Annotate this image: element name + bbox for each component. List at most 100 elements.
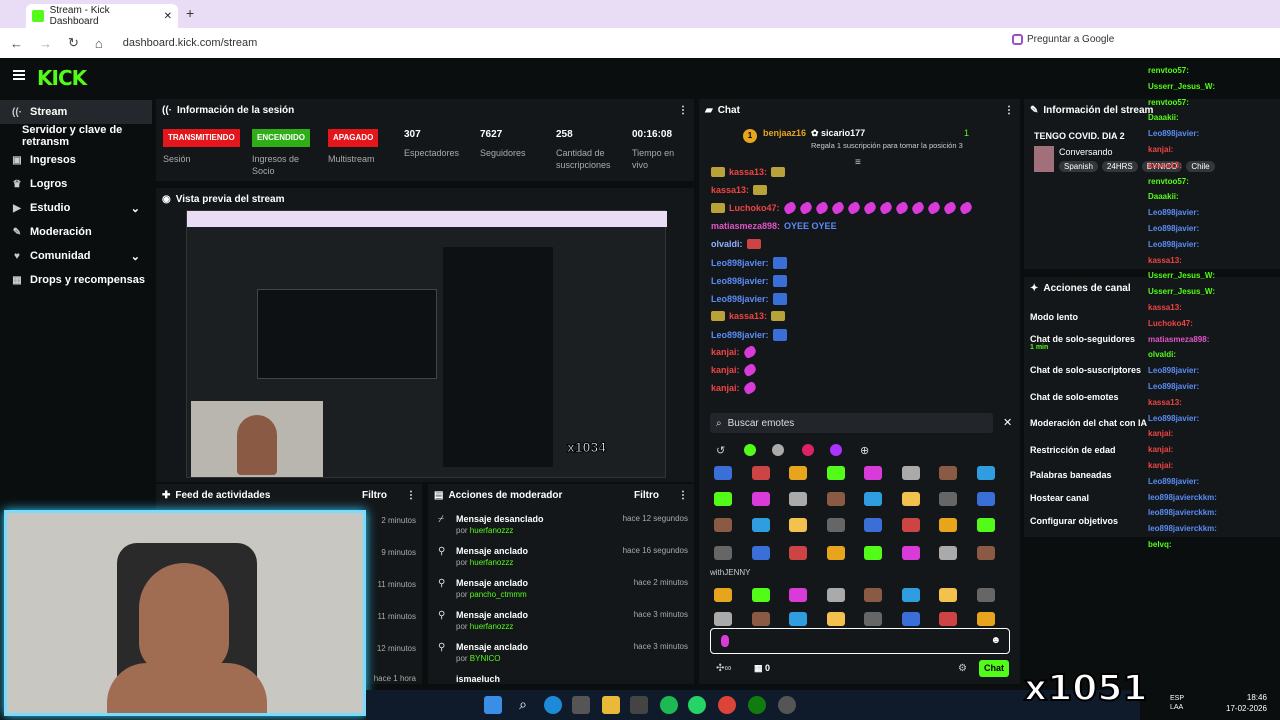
action-followers-only[interactable]: Chat de solo-seguidores bbox=[1030, 334, 1135, 344]
pinned-target[interactable]: ✿ sicario177 bbox=[811, 128, 865, 139]
chat-username[interactable]: Luchoko47: bbox=[729, 203, 780, 213]
sidebar-item-estudio[interactable]: ▶ Estudio ⌄ bbox=[0, 196, 152, 220]
chat-username[interactable]: matiasmeza898: bbox=[711, 221, 780, 231]
emote[interactable] bbox=[789, 588, 807, 602]
chat-input[interactable]: ☻ bbox=[710, 628, 1010, 654]
emote[interactable] bbox=[901, 466, 920, 480]
more-icon[interactable]: ⋮ bbox=[678, 105, 688, 116]
chat-settings-left-icon[interactable]: ✣∞ bbox=[716, 663, 732, 674]
action-host-channel[interactable]: Hostear canal bbox=[1030, 493, 1089, 503]
store-icon[interactable] bbox=[572, 696, 590, 714]
tag[interactable]: Spanish bbox=[1059, 161, 1098, 172]
moderator-name[interactable]: huerfanozzz bbox=[470, 558, 514, 567]
more-icon[interactable]: ⋮ bbox=[406, 490, 416, 501]
emote[interactable] bbox=[826, 492, 845, 506]
filter-button[interactable]: Filtro bbox=[362, 490, 387, 501]
windows-start-icon[interactable] bbox=[484, 696, 502, 714]
chat-username[interactable]: kanjai: bbox=[711, 383, 740, 393]
kick-logo[interactable]: KICK bbox=[37, 66, 87, 90]
back-icon[interactable]: ← bbox=[10, 36, 23, 51]
emote[interactable] bbox=[789, 466, 807, 480]
action-ai-moderation[interactable]: Moderación del chat con IA bbox=[1030, 418, 1147, 428]
emote[interactable] bbox=[826, 466, 845, 480]
xbox-icon[interactable] bbox=[748, 696, 766, 714]
kick-emotes-icon[interactable] bbox=[744, 444, 756, 456]
sidebar-item-drops[interactable]: ▦ Drops y recompensas bbox=[0, 268, 152, 292]
emote[interactable] bbox=[976, 518, 995, 532]
chat-username[interactable]: kanjai: bbox=[711, 365, 740, 375]
emote[interactable] bbox=[751, 588, 770, 602]
chat-username[interactable]: Leo898javier: bbox=[711, 330, 769, 340]
collapse-pinned-icon[interactable]: ≡ bbox=[855, 157, 861, 168]
emote[interactable] bbox=[751, 492, 770, 506]
emote[interactable] bbox=[789, 612, 807, 626]
emote[interactable] bbox=[714, 588, 732, 602]
browser-tab[interactable]: Stream - Kick Dashboard ✕ bbox=[26, 4, 178, 28]
chat-username[interactable]: olvaldi: bbox=[711, 239, 743, 249]
emote[interactable] bbox=[901, 612, 920, 626]
emote[interactable] bbox=[751, 546, 770, 560]
google-ask-button[interactable]: Preguntar a Google bbox=[1012, 34, 1114, 45]
chat-username[interactable]: kanjai: bbox=[711, 347, 740, 357]
user-emotes-icon[interactable] bbox=[802, 444, 814, 456]
emote[interactable] bbox=[901, 546, 920, 560]
whatsapp-icon[interactable] bbox=[688, 696, 706, 714]
sidebar-item-server-key[interactable]: Servidor y clave de retransm bbox=[0, 124, 152, 148]
emote[interactable] bbox=[864, 492, 882, 506]
url-field[interactable]: dashboard.kick.com/stream bbox=[123, 37, 258, 49]
emote[interactable] bbox=[939, 612, 957, 626]
emote[interactable] bbox=[864, 518, 882, 532]
stream-preview-video[interactable]: x1034 bbox=[186, 210, 667, 478]
action-slow-mode[interactable]: Modo lento bbox=[1030, 312, 1078, 322]
emote[interactable] bbox=[976, 612, 995, 626]
filter-button[interactable]: Filtro bbox=[634, 490, 659, 501]
emoji-icon[interactable]: ☻ bbox=[990, 635, 1001, 646]
home-icon[interactable]: ⌂ bbox=[95, 36, 103, 51]
channel-emotes-icon[interactable] bbox=[772, 444, 784, 456]
forward-icon[interactable]: → bbox=[39, 36, 52, 51]
category-thumbnail[interactable] bbox=[1034, 146, 1054, 172]
emote[interactable] bbox=[901, 588, 920, 602]
emote[interactable] bbox=[714, 466, 732, 480]
new-tab-icon[interactable]: + bbox=[186, 5, 194, 21]
emote[interactable] bbox=[939, 546, 957, 560]
search-icon[interactable]: ⌕ bbox=[514, 696, 532, 714]
action-banned-words[interactable]: Palabras baneadas bbox=[1030, 470, 1112, 480]
moderator-name[interactable]: huerfanozzz bbox=[470, 622, 514, 631]
sidebar-item-moderacion[interactable]: ✎ Moderación bbox=[0, 220, 152, 244]
emote[interactable] bbox=[976, 546, 995, 560]
emote[interactable] bbox=[939, 492, 957, 506]
emote[interactable] bbox=[751, 466, 770, 480]
emote[interactable] bbox=[751, 518, 770, 532]
more-icon[interactable]: ⋮ bbox=[678, 490, 688, 501]
action-age-restriction[interactable]: Restricción de edad bbox=[1030, 445, 1116, 455]
emote[interactable] bbox=[939, 518, 957, 532]
sub-emotes-icon[interactable] bbox=[830, 444, 842, 456]
emote[interactable] bbox=[826, 546, 845, 560]
emote-search-input[interactable]: ⌕ Buscar emotes bbox=[710, 413, 993, 433]
moderator-name[interactable]: BYNICO bbox=[470, 654, 501, 663]
emote[interactable] bbox=[976, 492, 995, 506]
emote[interactable] bbox=[864, 546, 882, 560]
emote[interactable] bbox=[826, 518, 845, 532]
moderator-name[interactable]: huerfanozzz bbox=[470, 526, 514, 535]
pinned-user[interactable]: benjaaz16 bbox=[763, 128, 806, 138]
edge-icon[interactable] bbox=[544, 696, 562, 714]
more-icon[interactable]: ⋮ bbox=[1004, 105, 1014, 116]
app-icon[interactable] bbox=[630, 696, 648, 714]
chat-username[interactable]: kassa13: bbox=[729, 311, 767, 321]
global-emotes-icon[interactable]: ⊕ bbox=[860, 444, 869, 457]
folder-icon[interactable] bbox=[602, 696, 620, 714]
action-subs-only[interactable]: Chat de solo-suscriptores bbox=[1030, 365, 1141, 375]
chrome-icon[interactable] bbox=[718, 696, 736, 714]
reload-icon[interactable]: ↻ bbox=[68, 35, 79, 51]
emote[interactable] bbox=[714, 612, 732, 626]
emote[interactable] bbox=[939, 588, 957, 602]
chat-username[interactable]: Leo898javier: bbox=[711, 276, 769, 286]
sidebar-item-comunidad[interactable]: ♥ Comunidad ⌄ bbox=[0, 244, 152, 268]
emote[interactable] bbox=[826, 612, 845, 626]
sidebar-item-stream[interactable]: ((· Stream bbox=[0, 100, 152, 124]
emote[interactable] bbox=[901, 492, 920, 506]
app-icon[interactable] bbox=[778, 696, 796, 714]
language-indicator[interactable]: ESP LAA bbox=[1170, 694, 1192, 712]
